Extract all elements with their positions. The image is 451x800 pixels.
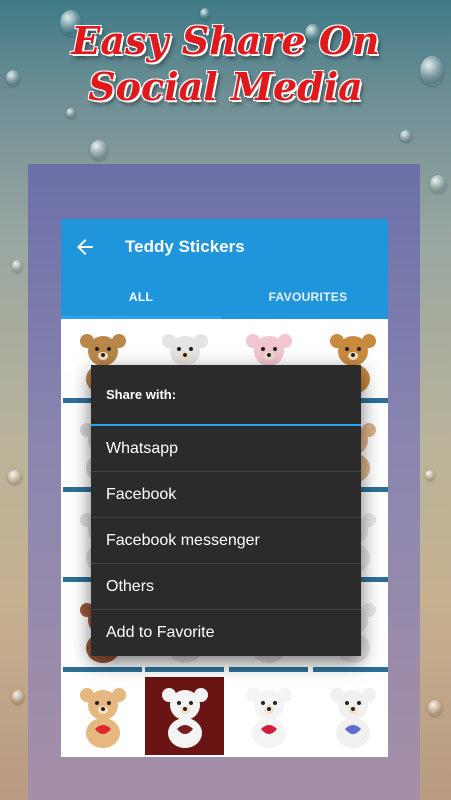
share-option-facebook[interactable]: Facebook <box>91 472 361 517</box>
teddy-shape <box>272 701 277 705</box>
teddy-shape <box>106 347 111 351</box>
headline-line-2: Social Media <box>88 64 363 109</box>
water-drop <box>400 130 412 142</box>
teddy-bear-icon <box>79 688 126 748</box>
sticker-bottom-bar <box>145 667 224 672</box>
teddy-shape <box>106 701 111 705</box>
teddy-shape <box>337 690 368 720</box>
dialog-title: Share with: <box>106 387 177 402</box>
teddy-shape <box>188 347 193 351</box>
water-drop <box>12 260 22 272</box>
teddy-shape <box>260 347 265 351</box>
teddy-shape <box>356 347 361 351</box>
water-drop <box>430 175 446 193</box>
sticker-item[interactable] <box>229 677 308 755</box>
water-drop <box>8 470 22 484</box>
sticker-item[interactable] <box>145 677 224 755</box>
teddy-shape <box>176 347 181 351</box>
teddy-shape <box>272 347 277 351</box>
headline-line-1: Easy Share On <box>71 18 380 63</box>
teddy-shape <box>169 336 200 366</box>
teddy-shape <box>169 690 200 720</box>
share-option-whatsapp[interactable]: Whatsapp <box>91 426 361 471</box>
option-label: Facebook <box>106 486 177 503</box>
water-drop <box>428 700 442 716</box>
teddy-shape <box>87 690 118 720</box>
teddy-shape <box>87 336 118 366</box>
teddy-shape <box>94 347 99 351</box>
tab-indicator <box>61 316 221 319</box>
option-label: Facebook messenger <box>106 532 260 549</box>
app-bar: Teddy Stickers ALL FAVOURITES <box>61 219 388 319</box>
option-label: Whatsapp <box>106 440 179 457</box>
tab-all[interactable]: ALL <box>61 283 221 319</box>
share-dialog: Share with: Whatsapp Facebook Facebook m… <box>91 365 361 656</box>
arrow-left-icon[interactable] <box>73 235 97 259</box>
sticker-item[interactable] <box>63 677 142 755</box>
water-drop <box>12 690 24 704</box>
teddy-shape <box>350 353 355 357</box>
tab-favourites[interactable]: FAVOURITES <box>228 283 388 319</box>
water-drop <box>425 470 435 480</box>
teddy-shape <box>176 701 181 705</box>
teddy-shape <box>188 701 193 705</box>
teddy-bear-icon <box>161 688 208 748</box>
teddy-bear-icon <box>329 688 376 748</box>
teddy-shape <box>350 707 355 711</box>
add-to-favorite-option[interactable]: Add to Favorite <box>91 610 361 655</box>
teddy-shape <box>94 701 99 705</box>
teddy-shape <box>182 353 187 357</box>
option-label: Add to Favorite <box>106 624 215 641</box>
teddy-shape <box>253 336 284 366</box>
share-option-facebook-messenger[interactable]: Facebook messenger <box>91 518 361 563</box>
teddy-shape <box>344 701 349 705</box>
teddy-shape <box>100 707 105 711</box>
teddy-shape <box>100 353 105 357</box>
teddy-bear-icon <box>245 688 292 748</box>
sticker-item[interactable] <box>313 677 388 755</box>
sticker-bottom-bar <box>63 667 142 672</box>
teddy-shape <box>344 347 349 351</box>
teddy-shape <box>266 707 271 711</box>
teddy-shape <box>266 353 271 357</box>
share-option-others[interactable]: Others <box>91 564 361 609</box>
teddy-shape <box>253 690 284 720</box>
teddy-shape <box>356 701 361 705</box>
sticker-bottom-bar <box>229 667 308 672</box>
teddy-shape <box>337 336 368 366</box>
water-drop <box>90 140 108 160</box>
page-title: Teddy Stickers <box>125 237 245 256</box>
teddy-shape <box>182 707 187 711</box>
sticker-bottom-bar <box>313 667 388 672</box>
option-label: Others <box>106 578 155 595</box>
promo-headline: Easy Share On Social Media <box>0 18 451 110</box>
teddy-shape <box>260 701 265 705</box>
